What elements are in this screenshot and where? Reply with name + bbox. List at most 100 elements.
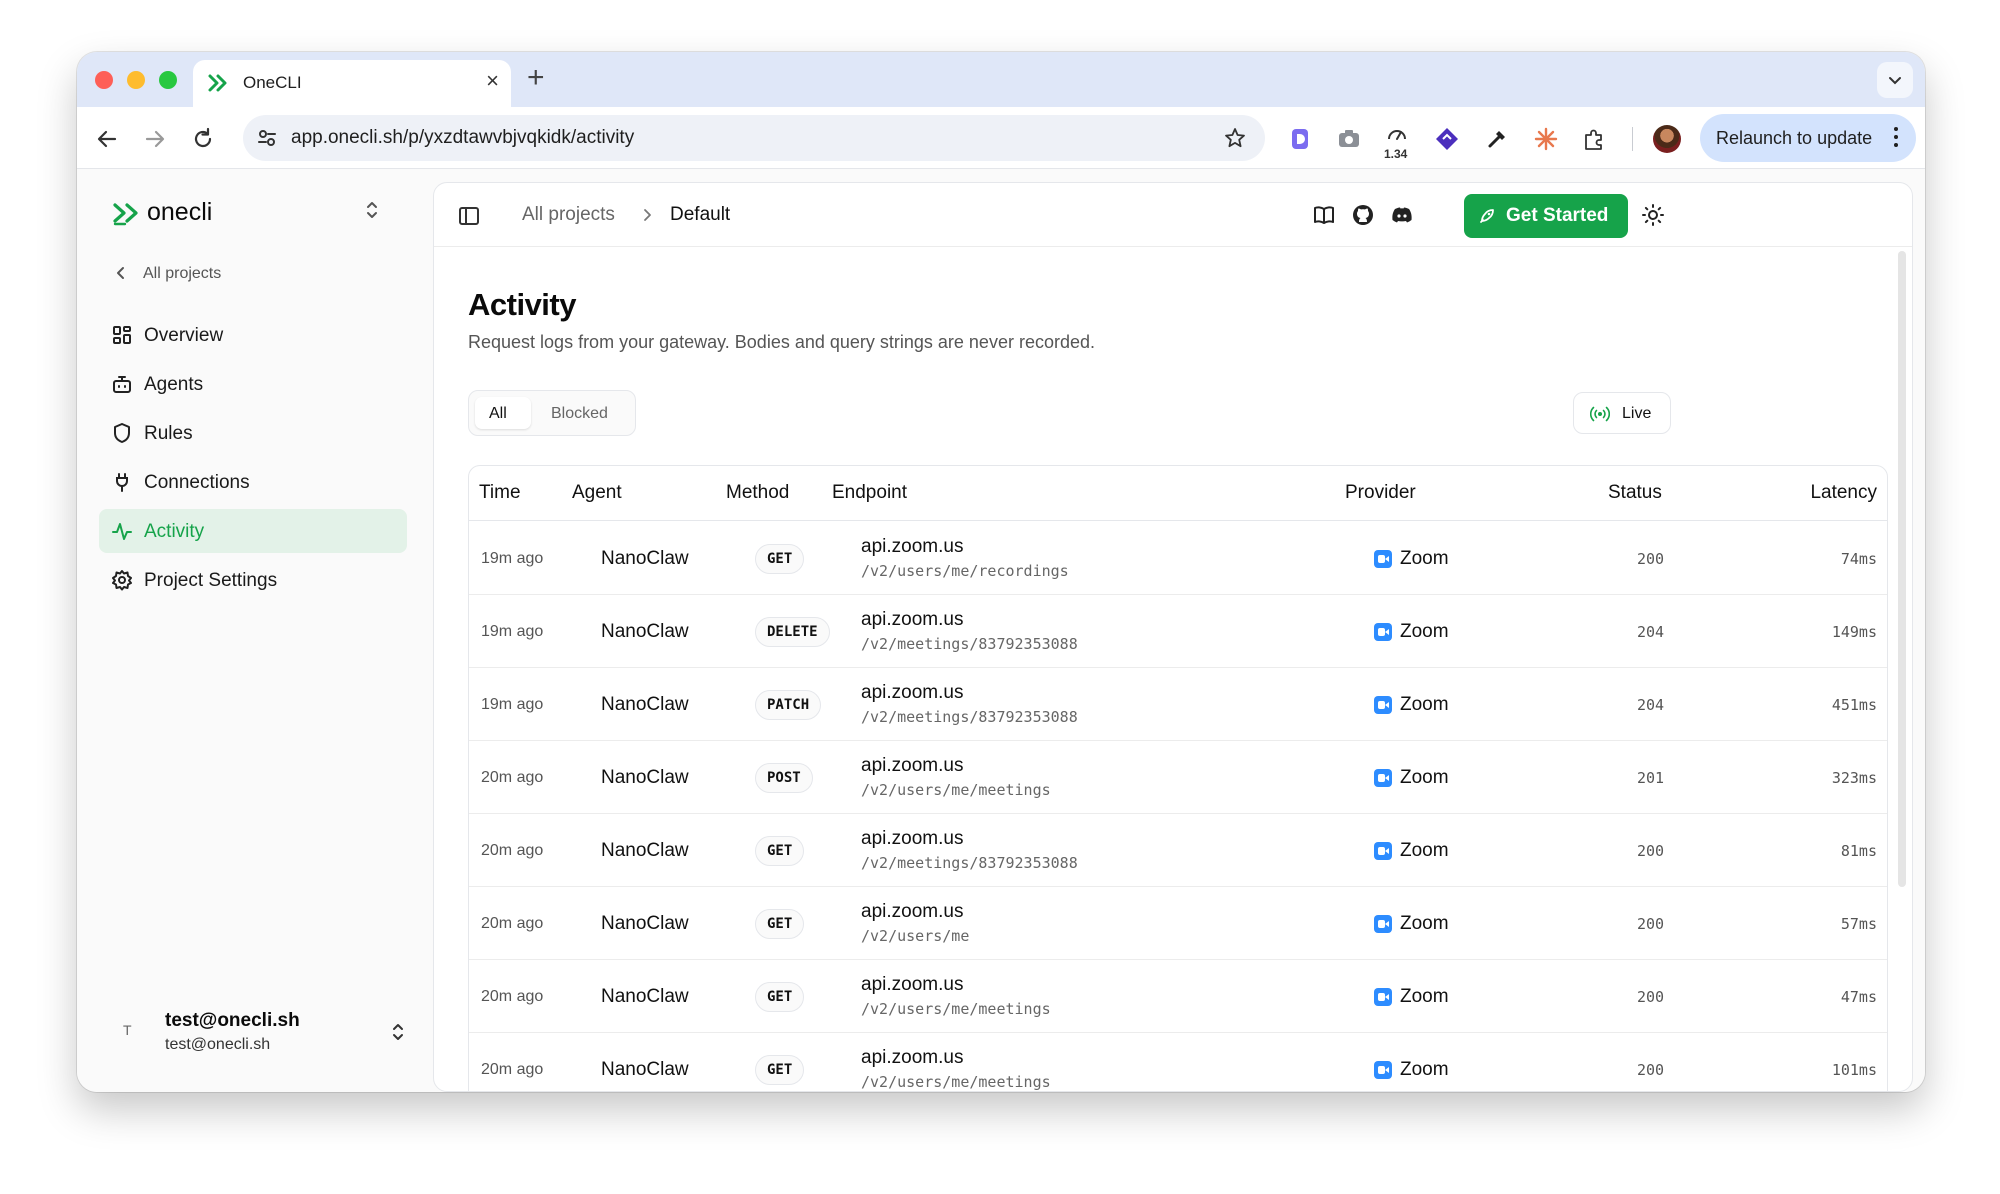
row-provider-name: Zoom [1400,548,1449,569]
row-status: 204 [1637,623,1665,641]
forward-arrow-icon[interactable] [143,127,167,151]
app-area: onecli All projects Overview Agents Rule… [77,170,1925,1092]
table-row[interactable]: 20m ago NanoClaw GET api.zoom.us /v2/use… [469,960,1887,1033]
table-row[interactable]: 19m ago NanoClaw PATCH api.zoom.us /v2/m… [469,668,1887,741]
sidebar-item-connections[interactable]: Connections [99,460,407,504]
row-status: 200 [1637,1061,1665,1079]
zoom-icon [1374,769,1392,787]
table-row[interactable]: 19m ago NanoClaw GET api.zoom.us /v2/use… [469,522,1887,595]
page-title: Activity [468,287,576,322]
row-latency: 101ms [1831,1061,1877,1079]
row-endpoint-host: api.zoom.us [861,974,964,995]
get-started-button[interactable]: Get Started [1464,194,1628,238]
reload-icon[interactable] [191,127,215,151]
row-status: 200 [1637,988,1665,1006]
sidebar-item-rules[interactable]: Rules [99,411,407,455]
site-settings-icon[interactable] [255,126,279,150]
live-toggle-button[interactable]: Live [1573,392,1671,434]
back-arrow-icon[interactable] [95,127,119,151]
row-status: 200 [1637,915,1665,933]
filter-all-label: All [489,405,507,422]
puzzle-extensions-icon[interactable] [1581,126,1607,152]
minimize-window-button[interactable] [127,71,145,89]
table-row[interactable]: 20m ago NanoClaw GET api.zoom.us /v2/use… [469,887,1887,960]
table-row[interactable]: 20m ago NanoClaw GET api.zoom.us /v2/mee… [469,814,1887,887]
filter-toggle: All Blocked [468,390,636,436]
chevron-down-icon [1889,77,1901,85]
column-header-endpoint: Endpoint [832,482,908,503]
sidebar-item-project-settings[interactable]: Project Settings [99,558,407,602]
sidebar-item-label: Project Settings [144,570,278,591]
filter-all-button[interactable]: All [475,397,531,429]
relaunch-button[interactable]: Relaunch to update [1700,114,1916,162]
sidebar-item-overview[interactable]: Overview [99,313,407,357]
extension-d-icon[interactable] [1287,126,1313,152]
address-bar[interactable]: app.onecli.sh/p/yxzdtawvbjvqkidk/activit… [243,115,1265,161]
row-endpoint-path: /v2/users/me/meetings [861,1000,1051,1018]
sidebar-item-agents[interactable]: Agents [99,362,407,406]
zoom-icon [1374,623,1392,641]
docs-book-icon[interactable] [1312,203,1336,227]
filter-blocked-button[interactable]: Blocked [551,405,608,423]
sidebar-item-label: Connections [144,472,250,493]
table-row[interactable]: 19m ago NanoClaw DELETE api.zoom.us /v2/… [469,595,1887,668]
table-row[interactable]: 20m ago NanoClaw POST api.zoom.us /v2/us… [469,741,1887,814]
row-endpoint-path: /v2/users/me/recordings [861,562,1069,580]
zoom-icon [1374,842,1392,860]
maximize-window-button[interactable] [159,71,177,89]
speed-extension-icon[interactable] [1384,121,1410,147]
row-agent: NanoClaw [601,767,689,788]
relaunch-label: Relaunch to update [1716,128,1873,148]
extension-badge: 1.34 [1384,147,1408,161]
discord-icon[interactable] [1390,203,1414,227]
diamond-extension-icon[interactable] [1434,126,1460,152]
tab-close-icon[interactable]: × [486,69,499,93]
row-time: 20m ago [481,1061,544,1078]
column-header-method: Method [726,482,790,503]
close-window-button[interactable] [95,71,113,89]
row-agent: NanoClaw [601,986,689,1007]
sidebar-toggle-icon[interactable] [458,205,480,227]
bookmark-star-icon[interactable] [1223,126,1247,150]
row-latency: 47ms [1840,988,1877,1006]
row-method-badge: GET [755,982,805,1012]
row-endpoint-host: api.zoom.us [861,828,964,849]
breadcrumb-all-projects[interactable]: All projects [522,204,615,226]
eyedropper-extension-icon[interactable] [1484,126,1510,152]
camera-extension-icon[interactable] [1336,126,1362,152]
profile-avatar[interactable] [1653,125,1681,153]
claude-extension-icon[interactable] [1533,126,1559,152]
row-agent: NanoClaw [601,1059,689,1080]
avatar: T [123,1022,132,1038]
tab-strip: OneCLI × + [77,52,1925,107]
zoom-icon [1374,550,1392,568]
rocket-icon [1480,209,1494,223]
column-header-latency: Latency [1810,482,1877,503]
row-latency: 149ms [1831,623,1877,641]
theme-sun-icon[interactable] [1641,203,1665,227]
scrollbar[interactable] [1898,251,1906,887]
main-content: All projects Default Get Started Activit… [433,182,1913,1092]
sidebar-item-activity[interactable]: Activity [99,509,407,553]
row-provider-name: Zoom [1400,840,1449,861]
back-link-label: All projects [143,265,222,282]
chevrons-up-down-icon[interactable] [365,200,379,220]
onecli-favicon-icon [208,74,227,92]
user-name: test@onecli.sh [165,1010,300,1031]
row-endpoint-path: /v2/meetings/83792353088 [861,854,1078,872]
table-row[interactable]: 20m ago NanoClaw GET api.zoom.us /v2/use… [469,1033,1887,1091]
row-provider-name: Zoom [1400,621,1449,642]
github-icon[interactable] [1351,203,1375,227]
bot-icon [113,376,131,393]
get-started-label: Get Started [1506,205,1609,226]
browser-tab[interactable]: OneCLI × [193,60,511,107]
row-endpoint-path: /v2/meetings/83792353088 [861,708,1078,726]
browser-window: OneCLI × + app.onecli.sh/p/yxzdtawvbjvqk… [77,52,1925,1092]
more-vertical-icon[interactable] [1894,126,1898,148]
row-endpoint-path: /v2/users/me [861,927,970,945]
zoom-icon [1374,1061,1392,1079]
new-tab-button[interactable]: + [527,63,545,93]
zoom-icon [1374,988,1392,1006]
tab-search-button[interactable] [1877,62,1913,98]
user-menu[interactable]: T test@onecli.sh test@onecli.sh [113,1008,413,1058]
